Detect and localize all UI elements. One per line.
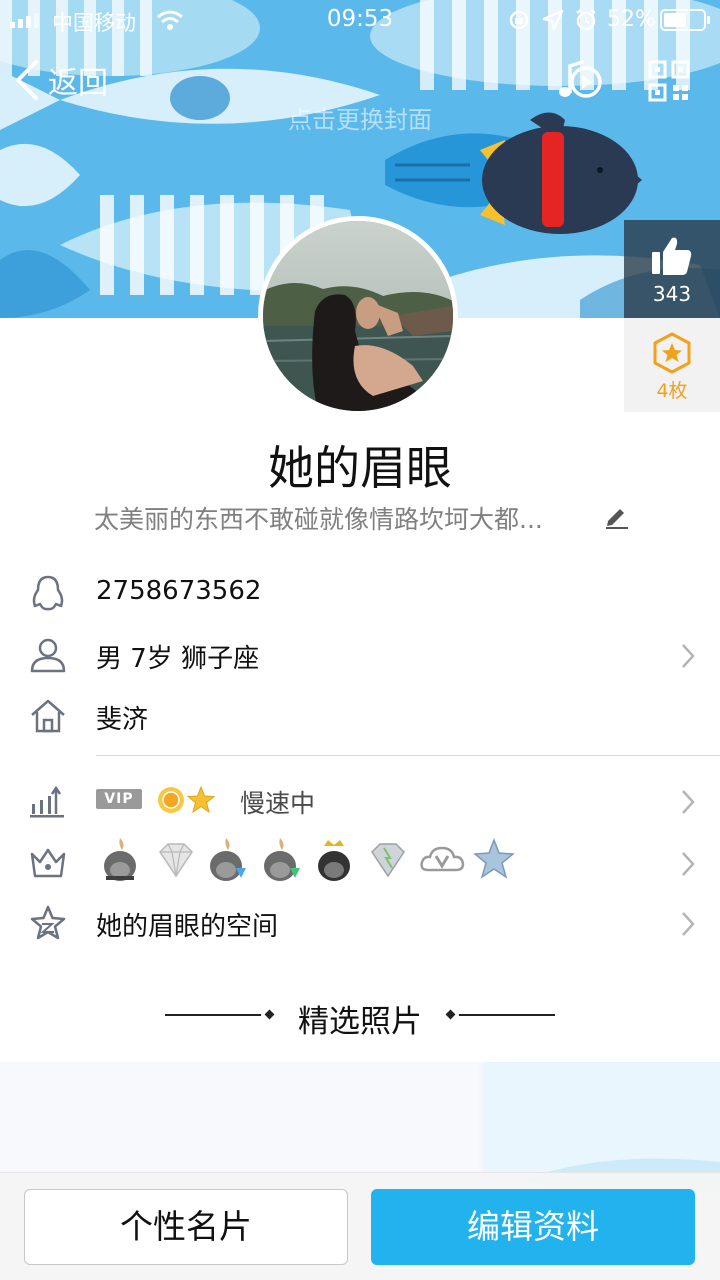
- chevron-left-icon: [16, 60, 38, 100]
- hometown-text: 斐济: [96, 705, 149, 735]
- battery-percentage: 52%: [607, 7, 656, 32]
- vip-tag: VIP: [96, 789, 142, 809]
- star-level-icon: [186, 785, 216, 814]
- qzone-star-icon: [30, 905, 66, 940]
- qzone-row[interactable]: 她的眉眼的空间: [0, 892, 720, 952]
- location-arrow-icon: [542, 9, 564, 31]
- thumbs-up-icon: [652, 237, 692, 275]
- level-status: 慢速中: [240, 789, 316, 818]
- personal-card-button[interactable]: 个性名片: [24, 1189, 348, 1265]
- edit-pencil-icon[interactable]: [604, 503, 630, 529]
- silver-diamond-icon: [371, 843, 405, 878]
- basic-info-row[interactable]: 男 7岁 狮子座: [0, 624, 720, 684]
- vip-cloud-icon: [420, 846, 465, 872]
- rotation-lock-icon: [509, 10, 529, 30]
- nickname: 她的眉眼: [268, 441, 452, 495]
- chevron-right-icon: [682, 912, 695, 936]
- hometown-row: 斐济: [0, 685, 720, 745]
- diamond-icon: [159, 843, 193, 878]
- signature-text[interactable]: 太美丽的东西不敢碰就像情路坎坷大都...: [94, 500, 543, 536]
- chevron-right-icon: [682, 644, 695, 668]
- basic-info-text: 男 7岁 狮子座: [96, 644, 260, 674]
- person-icon: [30, 638, 66, 673]
- change-cover-hint[interactable]: 点击更换封面: [0, 100, 720, 135]
- section-line-right: [459, 1014, 555, 1016]
- back-label: 返回: [48, 66, 108, 101]
- blue-star-icon: [473, 837, 515, 879]
- bottom-action-bar: 个性名片 编辑资料: [0, 1172, 720, 1280]
- qr-code-icon[interactable]: [648, 60, 690, 102]
- qzone-label: 她的眉眼的空间: [96, 912, 279, 942]
- penguin-crown-icon: [318, 840, 350, 881]
- qq-number: 2758673562: [96, 576, 262, 606]
- penguin-blue-diamond-icon: [210, 838, 246, 881]
- star-hexagon-icon: [653, 332, 691, 374]
- qq-penguin-icon: [32, 575, 64, 611]
- home-icon: [31, 699, 65, 733]
- avatar[interactable]: [258, 216, 458, 416]
- battery-icon: [660, 9, 710, 31]
- like-button[interactable]: 343: [624, 220, 720, 318]
- featured-photos-title: 精选照片: [298, 1004, 422, 1040]
- alarm-clock-icon: [576, 9, 596, 31]
- chevron-right-icon: [682, 790, 695, 814]
- penguin-green-diamond-icon: [264, 838, 300, 881]
- qq-penguin-flame-icon: [104, 838, 136, 881]
- qq-number-row: 2758673562: [0, 562, 720, 622]
- level-chart-icon: [30, 785, 64, 818]
- music-play-icon[interactable]: [556, 58, 604, 102]
- medal-count: 4枚: [656, 380, 688, 402]
- chevron-right-icon: [682, 852, 695, 876]
- like-count: 343: [652, 282, 692, 306]
- back-button[interactable]: 返回: [14, 58, 108, 102]
- avatar-photo: [263, 221, 453, 411]
- crown-icon: [30, 848, 66, 878]
- section-divider: [96, 755, 720, 756]
- medal-button[interactable]: 4枚: [624, 318, 720, 412]
- edit-profile-button[interactable]: 编辑资料: [371, 1189, 695, 1265]
- status-bar: 中国移动 09:53 52%: [0, 0, 720, 40]
- sun-level-icon: [158, 787, 184, 813]
